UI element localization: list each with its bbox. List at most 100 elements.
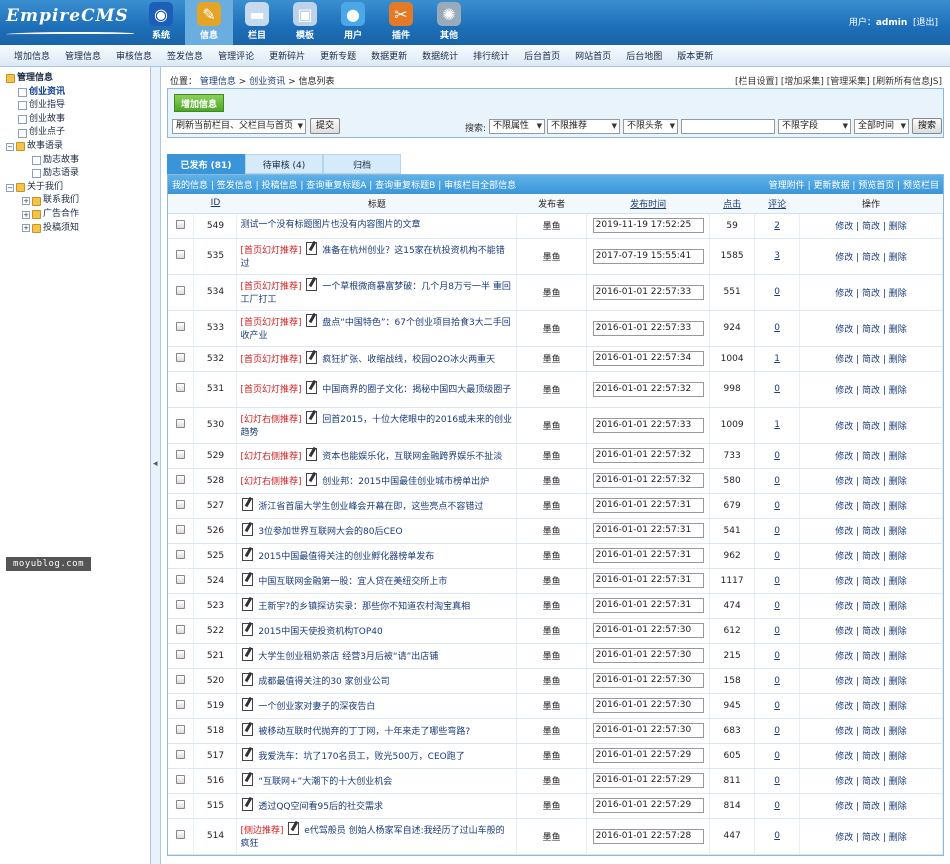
breadcrumb-category[interactable]: 创业资讯	[249, 77, 285, 87]
quick-edit-link[interactable]: 简改	[862, 325, 880, 335]
row-comments-link[interactable]: 0	[774, 287, 780, 297]
row-title-link[interactable]: 中国商界的圈子文化：揭秘中国四大最顶级圈子	[322, 385, 511, 395]
row-comments-link[interactable]: 0	[774, 601, 780, 611]
subnav-item[interactable]: 排行统计	[473, 49, 509, 62]
row-checkbox[interactable]	[176, 674, 186, 684]
edit-note-icon[interactable]	[306, 447, 318, 461]
edit-link[interactable]: 修改	[835, 422, 853, 432]
delete-link[interactable]: 删除	[889, 222, 907, 232]
row-time-input[interactable]: 2016-01-01 22:57:30	[592, 723, 704, 738]
edit-link[interactable]: 修改	[835, 222, 853, 232]
subnav-item[interactable]: 版本更新	[677, 49, 713, 62]
header-time[interactable]: 发布时间	[586, 194, 710, 214]
row-title-link[interactable]: 浙江省首届大学生创业峰会开幕在即，这些亮点不容错过	[258, 502, 483, 512]
row-time-input[interactable]: 2016-01-01 22:57:31	[592, 523, 704, 538]
logout-link[interactable]: [退出]	[913, 18, 938, 28]
tab-published[interactable]: 已发布 (81)	[167, 154, 245, 174]
row-title-link[interactable]: 中国互联网金融第一股：宜人贷在美纽交所上市	[258, 577, 447, 587]
quick-edit-link[interactable]: 简改	[862, 752, 880, 762]
row-comments-link[interactable]: 3	[774, 251, 780, 261]
edit-link[interactable]: 修改	[835, 289, 853, 299]
row-comments-link[interactable]: 0	[774, 726, 780, 736]
row-comments-link[interactable]: 0	[774, 476, 780, 486]
collapse-arrow-icon[interactable]: ◂	[153, 459, 158, 469]
collapse-icon[interactable]: −	[6, 183, 14, 192]
edit-note-icon[interactable]	[242, 622, 254, 636]
edit-link[interactable]: 修改	[835, 577, 853, 587]
delete-link[interactable]: 删除	[889, 502, 907, 512]
row-title-link[interactable]: 创业邦：2015中国最佳创业城市榜单出炉	[322, 477, 489, 487]
row-title-link[interactable]: 疯狂扩张、收缩战线，校园O2O冰火两重天	[322, 355, 495, 365]
edit-note-icon[interactable]	[306, 472, 318, 486]
edit-note-icon[interactable]	[242, 747, 254, 761]
edit-note-icon[interactable]	[242, 547, 254, 561]
row-time-input[interactable]: 2016-01-01 22:57:34	[592, 351, 704, 366]
row-title-link[interactable]: 王新宇?的乡镇探访实录：那些你不知道农村淘宝真相	[258, 602, 470, 612]
field-select[interactable]: 不限字段	[778, 119, 851, 134]
row-time-input[interactable]: 2016-01-01 22:57:32	[592, 448, 704, 463]
row-checkbox[interactable]	[176, 830, 186, 839]
edit-link[interactable]: 修改	[835, 502, 853, 512]
row-time-input[interactable]: 2016-01-01 22:57:29	[592, 773, 704, 788]
edit-link[interactable]: 修改	[835, 552, 853, 562]
row-time-input[interactable]: 2016-01-01 22:57:29	[592, 748, 704, 763]
subnav-item[interactable]: 网站首页	[575, 49, 611, 62]
row-time-input[interactable]: 2016-01-01 22:57:28	[592, 828, 704, 844]
quick-edit-link[interactable]: 简改	[862, 627, 880, 637]
row-checkbox[interactable]	[176, 749, 186, 759]
subnav-item[interactable]: 后台地图	[626, 49, 662, 62]
delete-link[interactable]: 删除	[889, 777, 907, 787]
quick-edit-link[interactable]: 简改	[862, 777, 880, 787]
empirecms-logo[interactable]: EmpireCMS	[6, 6, 134, 38]
edit-link[interactable]: 修改	[835, 652, 853, 662]
row-checkbox[interactable]	[176, 774, 186, 784]
delete-link[interactable]: 删除	[889, 386, 907, 396]
attribute-select[interactable]: 不限属性	[489, 119, 545, 134]
edit-link[interactable]: 修改	[835, 802, 853, 812]
row-comments-link[interactable]: 0	[774, 801, 780, 811]
tree-node[interactable]: 创业指导	[6, 99, 150, 113]
quick-edit-link[interactable]: 简改	[862, 355, 880, 365]
row-comments-link[interactable]: 0	[774, 651, 780, 661]
row-checkbox[interactable]	[176, 649, 186, 659]
grid-right-links[interactable]: 管理附件 | 更新数据 | 预览首页 | 预览栏目	[769, 178, 939, 191]
header-id[interactable]: ID	[193, 194, 237, 214]
edit-note-icon[interactable]	[288, 821, 300, 835]
edit-note-icon[interactable]	[242, 497, 254, 511]
row-title-link[interactable]: 资本也能娱乐化，互联网金融跨界娱乐不扯淡	[322, 452, 502, 462]
edit-note-icon[interactable]	[242, 772, 254, 786]
tree-node[interactable]: 励志故事	[6, 154, 150, 168]
tree-node[interactable]: 励志语录	[6, 167, 150, 181]
row-checkbox[interactable]	[176, 724, 186, 734]
row-comments-link[interactable]: 0	[774, 676, 780, 686]
add-info-button[interactable]: 增加信息	[174, 94, 225, 112]
delete-link[interactable]: 删除	[889, 477, 907, 487]
delete-link[interactable]: 删除	[889, 253, 907, 263]
tree-node[interactable]: − 故事语录	[6, 140, 150, 154]
edit-link[interactable]: 修改	[835, 477, 853, 487]
row-checkbox[interactable]	[176, 352, 186, 362]
row-title-link[interactable]: 大学生创业租奶茶店 经营3月后被“请”出店铺	[258, 652, 438, 662]
collapse-icon[interactable]: −	[6, 142, 14, 151]
search-button[interactable]: 搜索	[912, 118, 943, 134]
time-select[interactable]: 全部时间	[854, 119, 909, 134]
topnav-0[interactable]: ◉ 系统	[137, 0, 185, 45]
row-checkbox[interactable]	[176, 419, 186, 428]
row-comments-link[interactable]: 0	[774, 701, 780, 711]
topnav-4[interactable]: ● 用户	[329, 0, 377, 45]
row-time-input[interactable]: 2016-01-01 22:57:31	[592, 598, 704, 613]
row-time-input[interactable]: 2016-01-01 22:57:31	[592, 573, 704, 588]
row-checkbox[interactable]	[176, 250, 186, 259]
edit-link[interactable]: 修改	[835, 253, 853, 263]
edit-note-icon[interactable]	[306, 381, 318, 394]
row-time-input[interactable]: 2016-01-01 22:57:31	[592, 548, 704, 563]
delete-link[interactable]: 删除	[889, 727, 907, 737]
quick-edit-link[interactable]: 简改	[862, 253, 880, 263]
edit-link[interactable]: 修改	[835, 752, 853, 762]
tab-pending[interactable]: 待审核 (4)	[245, 154, 323, 174]
edit-link[interactable]: 修改	[835, 777, 853, 787]
row-checkbox[interactable]	[176, 286, 186, 295]
delete-link[interactable]: 删除	[889, 422, 907, 432]
header-comments[interactable]: 评论	[754, 194, 800, 214]
row-time-input[interactable]: 2016-01-01 22:57:33	[592, 417, 704, 433]
